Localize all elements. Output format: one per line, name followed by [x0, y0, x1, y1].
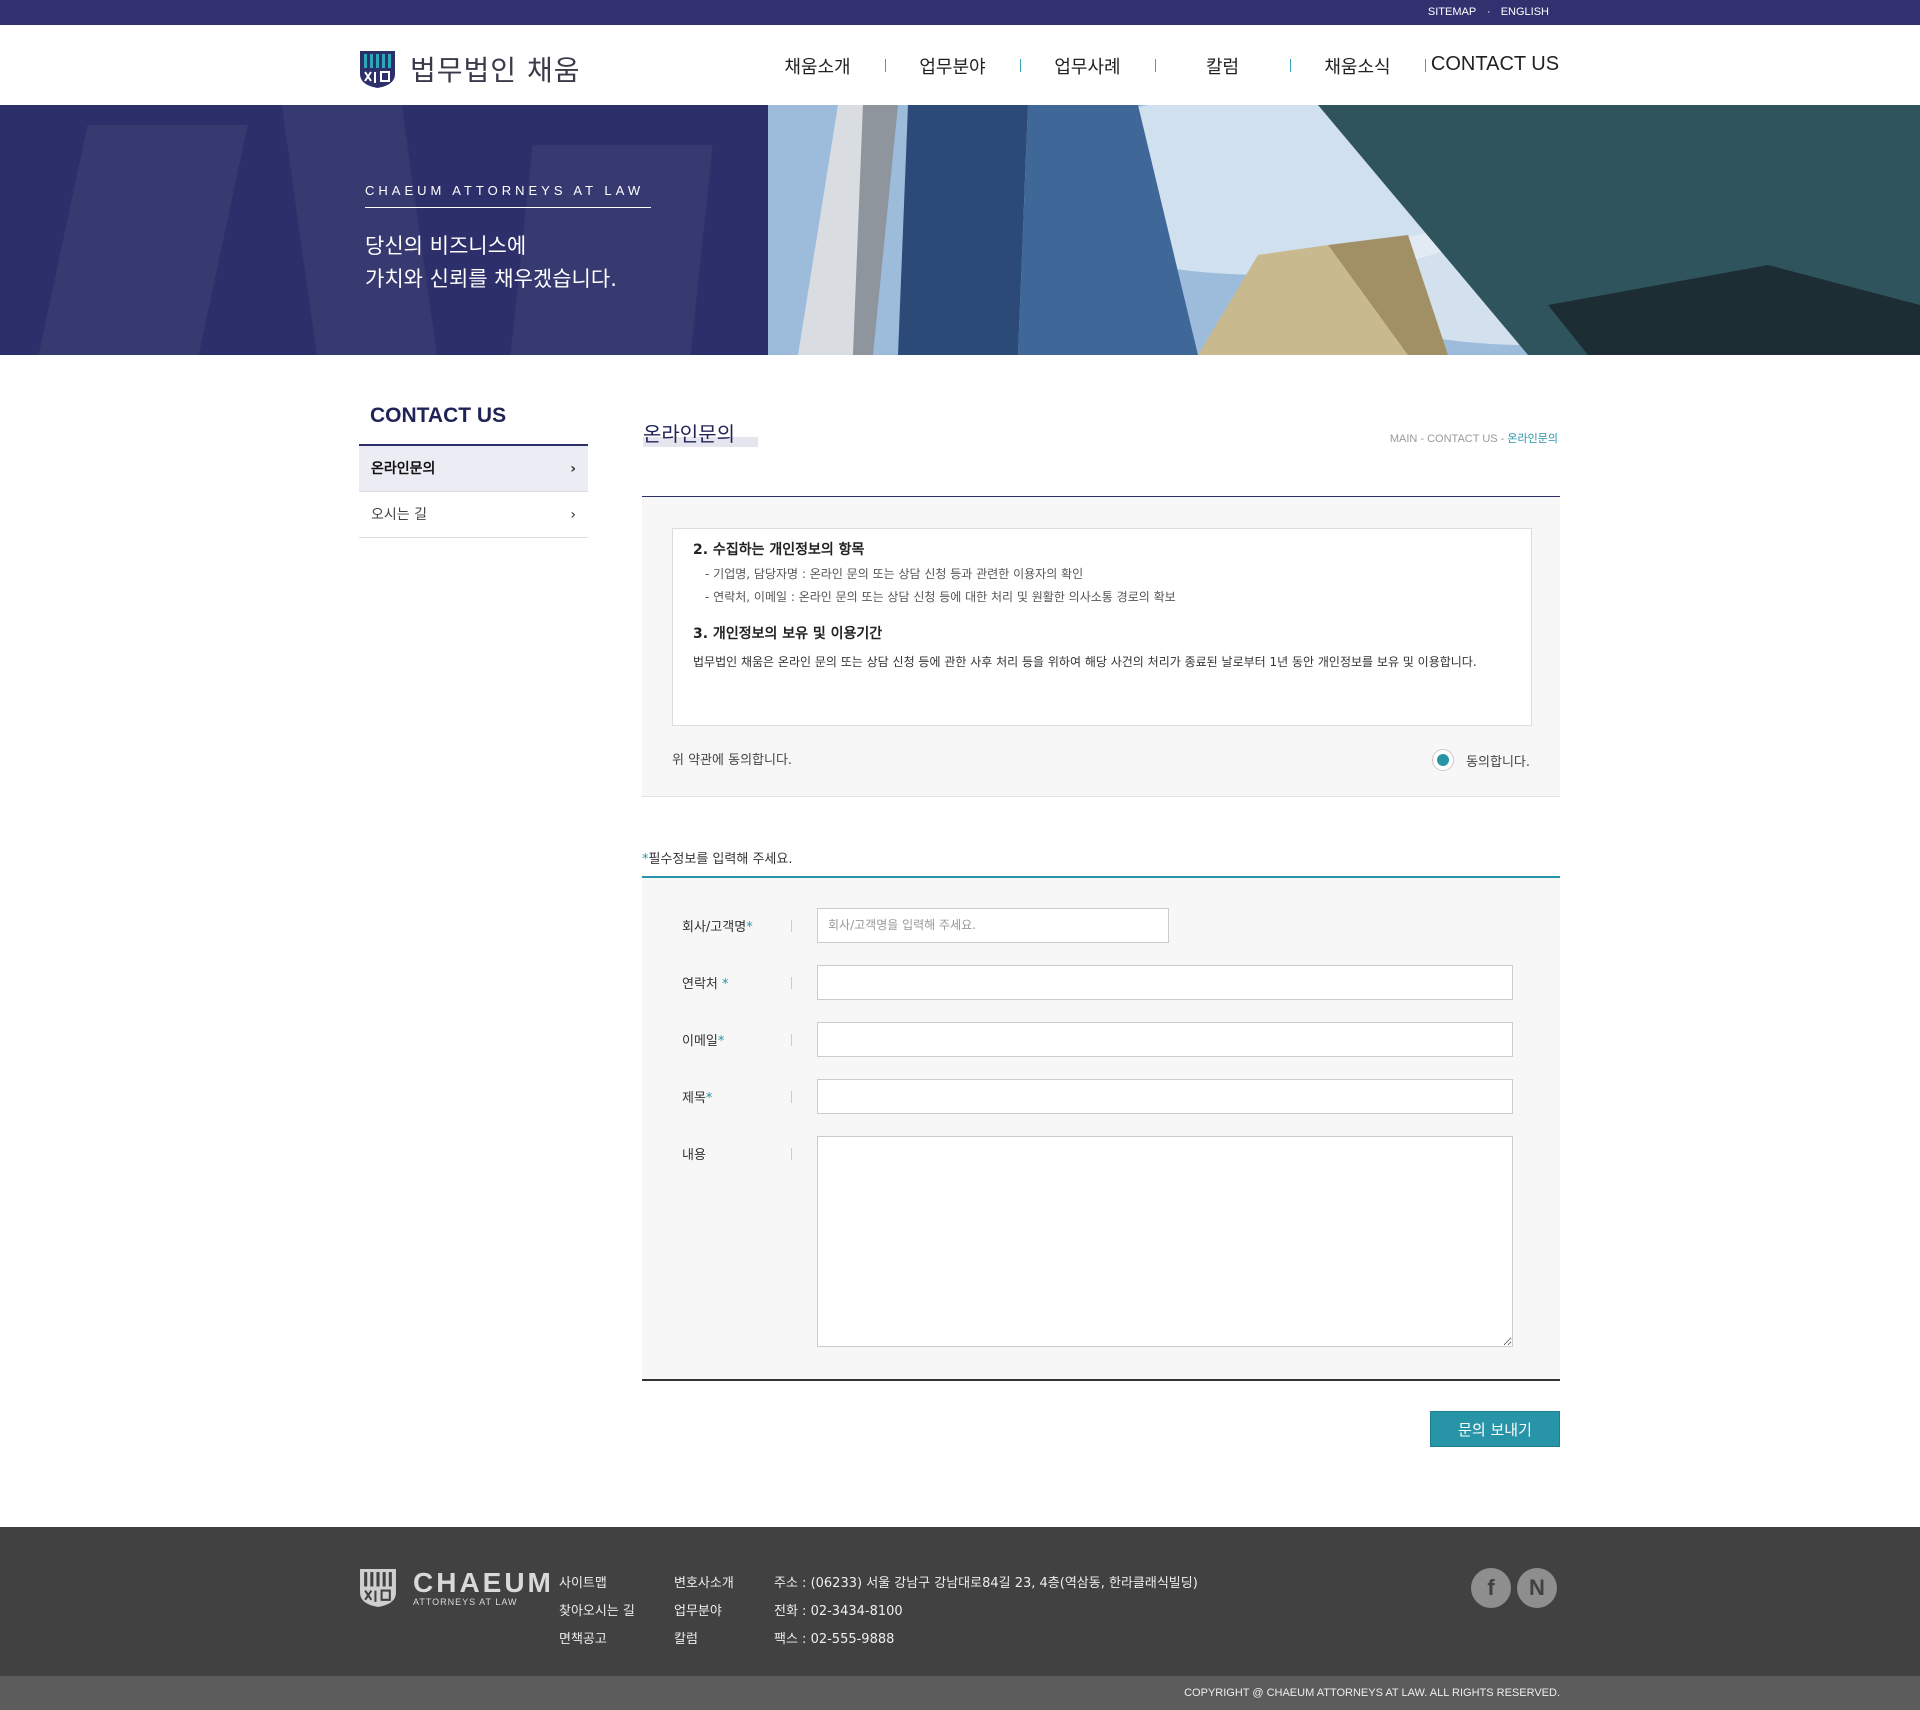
footer-link-practice[interactable]: 업무분야: [674, 1598, 734, 1626]
page-title: 온라인문의: [643, 418, 758, 447]
footer-link-sitemap[interactable]: 사이트맵: [559, 1570, 635, 1598]
terms-heading-retention: 3. 개인정보의 보유 및 이용기간: [693, 626, 883, 642]
nav-item-contact[interactable]: CONTACT US: [1425, 53, 1565, 79]
subject-label-text: 제목: [682, 1091, 706, 1106]
hero-en-title: CHAEUM ATTORNEYS AT LAW: [365, 183, 651, 208]
required-star: *: [722, 977, 729, 992]
footer-link-directions[interactable]: 찾아오시는 길: [559, 1598, 635, 1626]
utility-bar: SITEMAP · ENGLISH: [0, 0, 1920, 25]
hero-slogan: 당신의 비즈니스에 가치와 신뢰를 채우겠습니다.: [365, 230, 651, 296]
terms-item: 연락처, 이메일 : 온라인 문의 또는 상담 신청 등에 대한 처리 및 원활…: [705, 588, 1511, 605]
breadcrumb-separator: -: [1417, 433, 1428, 445]
field-separator: [791, 977, 792, 989]
sidebar-item-directions[interactable]: 오시는 길 ›: [359, 492, 588, 538]
phone-label-text: 연락처: [682, 977, 723, 992]
agree-option-label: 동의합니다.: [1466, 754, 1530, 770]
radio-selected-icon[interactable]: [1432, 749, 1455, 771]
chevron-right-icon: ›: [570, 461, 576, 477]
email-label-text: 이메일: [682, 1034, 718, 1049]
footer-logo-tagline: ATTORNEYS AT LAW: [413, 1597, 518, 1607]
subject-label: 제목*: [682, 1087, 712, 1106]
header: 법무법인 채움 채움소개 업무분야 업무사례 칼럼 채움소식 CONTACT U…: [0, 25, 1920, 105]
chevron-right-icon: ›: [570, 507, 576, 523]
utility-links: SITEMAP · ENGLISH: [1420, 6, 1549, 18]
hero-text: CHAEUM ATTORNEYS AT LAW 당신의 비즈니스에 가치와 신뢰…: [365, 183, 651, 296]
field-separator: [791, 1148, 792, 1160]
logo-shield-icon: [360, 50, 395, 88]
company-label-text: 회사/고객명: [682, 920, 747, 935]
page-title-text: 온라인문의: [643, 422, 735, 446]
breadcrumb-main[interactable]: MAIN: [1390, 433, 1418, 445]
nav-item-column[interactable]: 칼럼: [1155, 53, 1290, 79]
footer-links-col2: 변호사소개 업무분야 칼럼: [674, 1570, 734, 1654]
field-separator: [791, 920, 792, 932]
footer-tel: 전화 : 02-3434-8100: [774, 1604, 903, 1619]
main-nav: 채움소개 업무분야 업무사례 칼럼 채움소식 CONTACT US: [750, 53, 1565, 79]
footer-address: 주소 : (06233) 서울 강남구 강남대로84길 23, 4층(역삼동, …: [774, 1576, 1198, 1591]
phone-label: 연락처 *: [682, 973, 729, 992]
sidebar-item-online-inquiry[interactable]: 온라인문의 ›: [359, 446, 588, 492]
copyright-bar: COPYRIGHT @ CHAEUM ATTORNEYS AT LAW. ALL…: [0, 1676, 1920, 1710]
nav-item-news[interactable]: 채움소식: [1290, 53, 1425, 79]
submit-inquiry-button[interactable]: 문의 보내기: [1430, 1411, 1560, 1447]
nav-item-about[interactable]: 채움소개: [750, 53, 885, 79]
english-link[interactable]: ENGLISH: [1501, 6, 1549, 18]
phone-input[interactable]: [817, 965, 1513, 1000]
sidebar-item-label: 온라인문의: [371, 461, 436, 477]
company-input[interactable]: 회사/고객명을 입력해 주세요.: [817, 908, 1169, 943]
naver-icon[interactable]: N: [1517, 1568, 1557, 1608]
breadcrumb-separator: -: [1497, 433, 1508, 445]
breadcrumb: MAIN - CONTACT US - 온라인문의: [1390, 430, 1558, 446]
footer-link-column[interactable]: 칼럼: [674, 1626, 734, 1654]
field-separator: [791, 1091, 792, 1103]
field-separator: [791, 1034, 792, 1046]
sidebar-item-label: 오시는 길: [371, 507, 427, 523]
footer-link-disclaimer[interactable]: 면책공고: [559, 1626, 635, 1654]
footer-logo-name: CHAEUM: [413, 1567, 554, 1598]
email-input[interactable]: [817, 1022, 1513, 1057]
required-note: *필수정보를 입력해 주세요.: [642, 848, 792, 867]
footer-logo-shield-icon: [360, 1569, 396, 1607]
privacy-terms-scrollbox[interactable]: 2. 수집하는 개인정보의 항목 기업명, 담당자명 : 온라인 문의 또는 상…: [672, 528, 1532, 726]
content-textarea[interactable]: [817, 1136, 1513, 1347]
footer: CHAEUM ATTORNEYS AT LAW 사이트맵 찾아오시는 길 면책공…: [0, 1527, 1920, 1676]
hero-slogan-line1: 당신의 비즈니스에: [365, 234, 527, 258]
footer-logo-text: CHAEUM ATTORNEYS AT LAW: [413, 1567, 554, 1608]
agree-radio[interactable]: 동의합니다.: [1432, 749, 1530, 771]
brand-name: 법무법인 채움: [410, 54, 581, 87]
agree-label: 위 약관에 동의합니다.: [672, 753, 793, 768]
sidebar-menu: 온라인문의 › 오시는 길 ›: [359, 444, 588, 538]
hero-buildings-image: [768, 105, 1920, 355]
inquiry-form: 회사/고객명* 회사/고객명을 입력해 주세요. 연락처 * 이메일* 제목* …: [642, 876, 1560, 1381]
footer-fax: 팩스 : 02-555-9888: [774, 1632, 895, 1647]
nav-item-cases[interactable]: 업무사례: [1020, 53, 1155, 79]
email-label: 이메일*: [682, 1030, 724, 1049]
nav-item-practice[interactable]: 업무분야: [885, 53, 1020, 79]
separator-dot: ·: [1487, 6, 1491, 18]
company-label: 회사/고객명*: [682, 916, 753, 935]
terms-item: 기업명, 담당자명 : 온라인 문의 또는 상담 신청 등과 관련한 이용자의 …: [705, 565, 1511, 582]
content-label: 내용: [682, 1148, 706, 1163]
required-star: *: [705, 1091, 713, 1106]
footer-link-lawyers[interactable]: 변호사소개: [674, 1570, 734, 1598]
privacy-terms-section: 2. 수집하는 개인정보의 항목 기업명, 담당자명 : 온라인 문의 또는 상…: [642, 497, 1560, 797]
breadcrumb-section[interactable]: CONTACT US: [1427, 433, 1498, 445]
facebook-icon[interactable]: f: [1471, 1568, 1511, 1608]
copyright-text: COPYRIGHT @ CHAEUM ATTORNEYS AT LAW. ALL…: [1184, 1687, 1560, 1699]
hero-banner: CHAEUM ATTORNEYS AT LAW 당신의 비즈니스에 가치와 신뢰…: [0, 105, 1920, 355]
sitemap-link[interactable]: SITEMAP: [1428, 6, 1476, 18]
subject-input[interactable]: [817, 1079, 1513, 1114]
required-note-text: 필수정보를 입력해 주세요.: [648, 852, 793, 867]
site-logo[interactable]: 법무법인 채움: [359, 49, 580, 89]
required-star: *: [746, 920, 753, 935]
terms-heading-items: 2. 수집하는 개인정보의 항목: [693, 542, 865, 558]
required-star: *: [717, 1034, 725, 1049]
footer-contact-info: 주소 : (06233) 서울 강남구 강남대로84길 23, 4층(역삼동, …: [774, 1570, 1198, 1654]
sidebar-title: CONTACT US: [370, 404, 507, 427]
footer-links-col1: 사이트맵 찾아오시는 길 면책공고: [559, 1570, 635, 1654]
breadcrumb-current: 온라인문의: [1507, 433, 1558, 445]
hero-slogan-line2: 가치와 신뢰를 채우겠습니다.: [365, 267, 617, 291]
footer-logo: CHAEUM ATTORNEYS AT LAW: [359, 1567, 554, 1609]
terms-retention-body: 법무법인 채움은 온라인 문의 또는 상담 신청 등에 관한 사후 처리 등을 …: [693, 655, 1477, 669]
